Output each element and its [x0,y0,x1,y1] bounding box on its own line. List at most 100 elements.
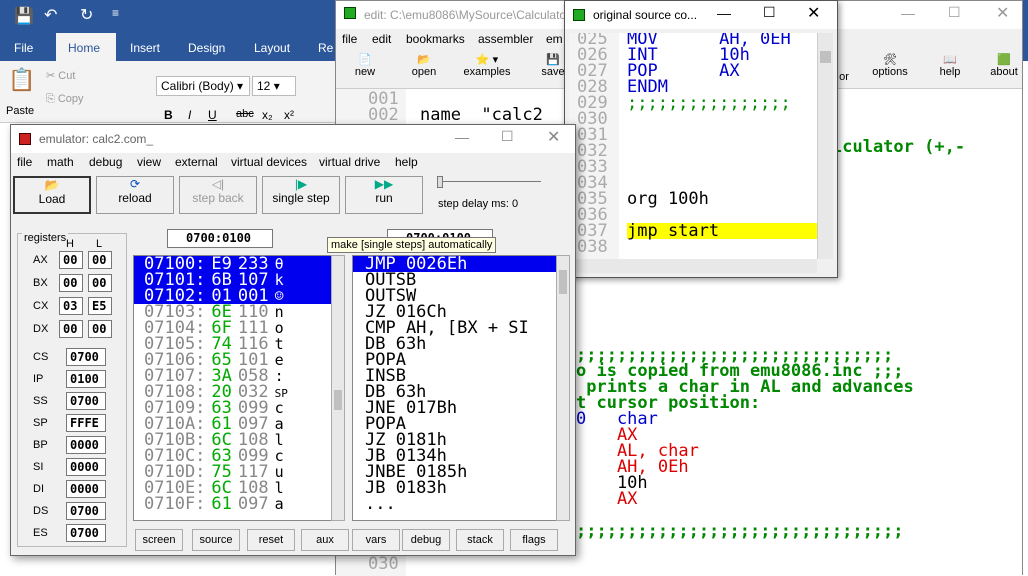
tab-references[interactable]: Re [318,41,333,55]
menu-assembler[interactable]: assembler [478,32,533,46]
save-icon[interactable]: 💾 [14,6,34,26]
font-name-select[interactable]: Calibri (Body) ▾ [156,76,250,96]
emu-minimize-icon[interactable]: — [455,129,469,145]
font-size-select[interactable]: 12 ▾ [252,76,296,96]
slider-thumb[interactable] [437,176,443,188]
tab-home[interactable]: Home [56,33,116,61]
orig-vscroll[interactable] [817,33,833,259]
aux-button[interactable]: aux [301,529,349,551]
reload-button[interactable]: ⟳ reload [96,176,174,214]
register-high-byte[interactable]: 00 [59,251,83,269]
stack-button[interactable]: stack [456,529,504,551]
menu-emulator[interactable]: em [546,32,563,46]
register-value[interactable]: 0700 [66,524,106,542]
register-high-byte[interactable]: 00 [59,274,83,292]
register-value[interactable]: 0700 [66,502,106,520]
orig-code-area[interactable]: 025 MOV AH, 0EH 026 INT 10h 027 POP AX 028 ENDM… [569,33,817,259]
register-high-byte[interactable]: 00 [59,320,83,338]
high-byte-label: H [66,238,74,250]
editor-minimize-icon[interactable]: — [901,5,915,21]
menu-bookmarks[interactable]: bookmarks [406,32,465,46]
run-button[interactable]: ▶▶ run [345,176,423,214]
disassembly-view[interactable]: JMP 0026Eh OUTSB OUTSW JZ 016Ch CMP AH, [BX … [352,255,558,521]
paste-label[interactable]: Paste [6,105,34,117]
flags-button[interactable]: flags [510,529,558,551]
register-value[interactable]: 0000 [66,436,106,454]
debug-button[interactable]: debug [402,529,450,551]
memory-address-input[interactable]: 0700:0100 [167,229,273,248]
register-value[interactable]: 0000 [66,458,106,476]
orig-minimize-icon[interactable]: — [717,5,731,21]
strikethrough-button[interactable]: abc [236,108,254,120]
orig-maximize-icon[interactable]: ☐ [763,4,776,21]
register-value[interactable]: 0700 [66,348,106,366]
vars-button[interactable]: vars [352,529,400,551]
undo-icon[interactable]: ↶ [44,5,57,25]
emu-menu-view[interactable]: view [137,155,161,169]
disasm-scroll-thumb[interactable] [559,270,567,294]
memory-row[interactable]: 0710F: 61 097 a [134,496,338,513]
register-low-byte[interactable]: 00 [88,274,112,292]
memory-scrollbar[interactable] [331,255,345,521]
editor-close-icon[interactable]: ✕ [996,3,1009,23]
underline-button[interactable]: U [208,108,217,122]
orig-hscroll[interactable] [569,259,817,273]
single-step-button[interactable]: |▶ single step [262,176,340,214]
load-button[interactable]: 📂 Load [13,176,91,214]
menu-edit[interactable]: edit [372,32,391,46]
register-value[interactable]: FFFE [66,414,106,432]
save-icon: 💾 [546,54,560,66]
italic-button[interactable]: I [188,108,191,122]
register-high-byte[interactable]: 03 [59,297,83,315]
emu-maximize-icon[interactable]: ☐ [501,128,514,145]
tab-layout[interactable]: Layout [254,41,290,55]
disasm-scrollbar[interactable] [556,255,570,521]
bold-button[interactable]: B [164,108,173,122]
orig-scroll-thumb[interactable] [820,51,831,63]
emu-menu-virtual-drive[interactable]: virtual drive [319,155,380,169]
register-value[interactable]: 0100 [66,370,106,388]
options-button[interactable]: 🛠 options [866,53,914,78]
superscript-button[interactable]: x² [284,108,294,122]
orig-close-icon[interactable]: ✕ [807,3,820,23]
source-button[interactable]: source [192,529,240,551]
editor-maximize-icon[interactable]: ☐ [948,4,961,21]
step-back-button[interactable]: ◁| step back [179,176,257,214]
emu-close-icon[interactable]: ✕ [547,127,560,147]
reset-button[interactable]: reset [247,529,295,551]
register-low-byte[interactable]: E5 [88,297,112,315]
open-button[interactable]: 📂 open [406,53,442,78]
menu-file[interactable]: file [342,32,357,46]
tab-insert[interactable]: Insert [130,41,160,55]
register-value[interactable]: 0000 [66,480,106,498]
emu-menu-file[interactable]: file [17,155,32,169]
register-value[interactable]: 0700 [66,392,106,410]
help-button[interactable]: 📖 help [932,53,968,78]
redo-icon[interactable]: ↻ [80,5,93,25]
quick-access-icon[interactable]: ≡ [112,6,119,20]
emu-menu-math[interactable]: math [47,155,74,169]
paste-icon[interactable]: 📋 [8,67,35,93]
step-delay-slider[interactable] [437,176,541,189]
subscript-button[interactable]: x₂ [262,108,273,122]
register-low-byte[interactable]: 00 [88,251,112,269]
copy-button[interactable]: ⎘ Copy [46,93,84,106]
register-low-byte[interactable]: 00 [88,320,112,338]
new-button[interactable]: 📄 new [350,53,380,78]
emu-menu-external[interactable]: external [175,155,218,169]
about-button[interactable]: 🟩 about [984,53,1024,78]
memory-view[interactable]: 07100: E9 233 θ 07101: 6B 107 k 07102: 01 001 ☺ 0710… [133,255,339,521]
examples-button[interactable]: ⭐ ▾ examples [454,53,520,78]
save-button[interactable]: 💾 save [540,53,566,78]
open-folder-icon: 📂 [44,178,60,192]
tab-design[interactable]: Design [188,41,225,55]
emu-menu-virtual-devices[interactable]: virtual devices [231,155,307,169]
cut-button[interactable]: ✂ Cut [46,69,75,82]
screen-button[interactable]: screen [135,529,183,551]
emu-menu-debug[interactable]: debug [89,155,122,169]
emu-menu-help[interactable]: help [395,155,418,169]
disasm-row[interactable]: ... [353,496,557,513]
memory-scroll-thumb[interactable] [334,390,342,410]
emu-menu-bar: file math debug view external virtual de… [11,155,575,175]
tab-file[interactable]: File [14,41,33,55]
